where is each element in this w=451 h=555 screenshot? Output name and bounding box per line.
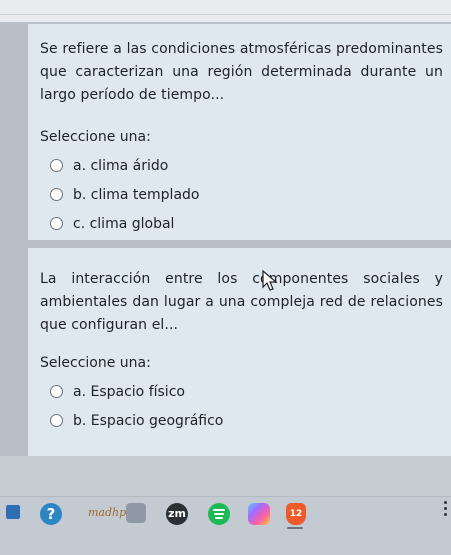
option-label: c. clima global [73,215,175,232]
more-icon[interactable] [444,501,448,519]
spotify-icon[interactable] [208,503,230,525]
question-1-option-b[interactable]: b. clima templado [40,180,443,209]
question-card-1: Se refiere a las condiciones atmosférica… [28,24,451,240]
question-card-2: La interacción entre los componentes soc… [28,248,451,456]
app-square-icon[interactable] [126,503,146,523]
brave-icon[interactable]: 12 [286,503,306,525]
option-label: b. clima templado [73,186,200,203]
question-2-option-a[interactable]: a. Espacio físico [40,377,443,406]
grid-app-icon[interactable] [6,505,20,519]
copilot-icon[interactable] [248,503,270,525]
question-2-option-b[interactable]: b. Espacio geográfico [40,406,443,435]
question-1-option-a[interactable]: a. clima árido [40,151,443,180]
question-2-prompt: Seleccione una: [40,355,151,371]
taskbar: ? madhp zm 12 [0,496,451,555]
radio-button[interactable] [50,414,63,427]
question-1-text: Se refiere a las condiciones atmosférica… [40,41,443,103]
option-label: b. Espacio geográfico [73,412,224,429]
zoom-icon[interactable]: zm [166,503,188,525]
help-icon[interactable]: ? [40,503,62,525]
radio-button[interactable] [50,159,63,172]
radio-button[interactable] [50,188,63,201]
question-1-prompt: Seleccione una: [40,129,151,145]
option-label: a. Espacio físico [73,383,185,400]
question-1-option-c[interactable]: c. clima global [40,209,443,238]
wordpad-icon[interactable]: madhp [88,503,126,523]
top-rule [0,14,451,15]
top-band [0,0,451,22]
question-2-text: La interacción entre los componentes soc… [40,271,443,333]
radio-button[interactable] [50,385,63,398]
mouse-pointer-icon [262,270,278,291]
active-app-indicator [287,527,303,529]
option-label: a. clima árido [73,157,169,174]
page-bottom-area [0,456,451,496]
radio-button[interactable] [50,217,63,230]
